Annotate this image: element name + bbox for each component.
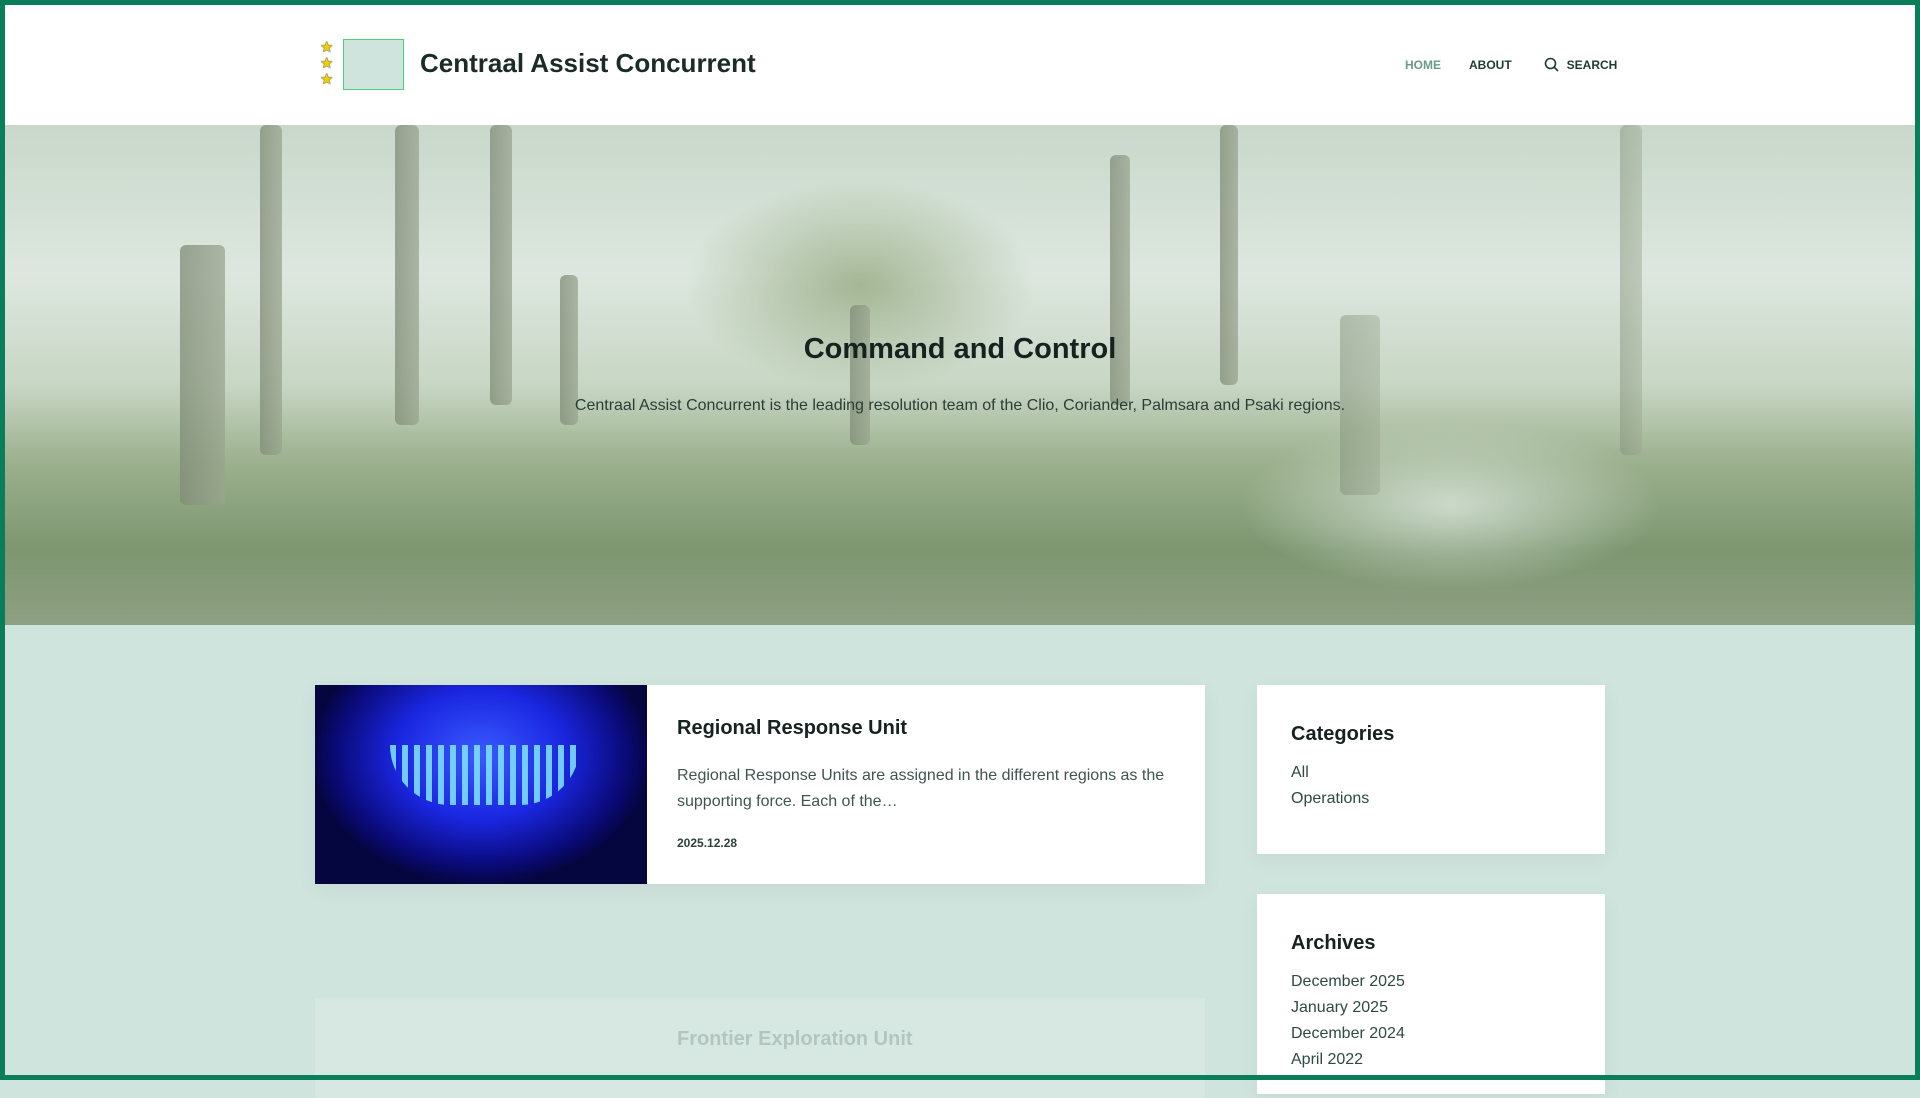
star-icon: ★: [320, 55, 334, 72]
post-card[interactable]: Regional Response Unit Regional Response…: [315, 685, 1205, 884]
search-button[interactable]: SEARCH: [1544, 57, 1618, 72]
site-header: ★ ★ ★ Centraal Assist Concurrent HOME ABOU…: [0, 0, 1920, 125]
categories-widget: Categories All Operations: [1257, 685, 1605, 854]
hero-title: Command and Control: [803, 333, 1117, 365]
star-icon: ★: [320, 71, 334, 88]
post-thumbnail[interactable]: [315, 685, 647, 884]
archive-link[interactable]: January 2025: [1291, 995, 1571, 1021]
post-title[interactable]: Regional Response Unit: [677, 717, 907, 740]
site-logo[interactable]: [343, 39, 404, 90]
archives-widget: Archives December 2025 January 2025 Dece…: [1257, 894, 1605, 1094]
nav-home[interactable]: HOME: [1405, 58, 1441, 72]
main-nav: HOME ABOUT SEARCH: [1405, 57, 1617, 72]
category-link[interactable]: Operations: [1291, 786, 1571, 812]
hero-banner: Command and Control Centraal Assist Conc…: [0, 125, 1920, 625]
widget-title: Categories: [1291, 723, 1395, 745]
star-icon: ★: [320, 39, 334, 56]
category-link[interactable]: All: [1291, 760, 1571, 786]
archive-link[interactable]: December 2025: [1291, 969, 1571, 995]
search-icon: [1544, 57, 1559, 72]
post-excerpt: Regional Response Units are assigned in …: [677, 767, 1165, 810]
widget-title: Archives: [1291, 932, 1376, 954]
archive-link[interactable]: April 2022: [1291, 1047, 1571, 1073]
post-date: 2025.12.28: [677, 836, 738, 850]
post-title[interactable]: Frontier Exploration Unit: [677, 1028, 913, 1051]
logo-stars-icon[interactable]: ★ ★ ★: [320, 40, 333, 87]
search-label: SEARCH: [1566, 57, 1618, 72]
post-card[interactable]: Frontier Exploration Unit: [315, 998, 1205, 1098]
archive-link[interactable]: December 2024: [1291, 1021, 1571, 1047]
site-title[interactable]: Centraal Assist Concurrent: [420, 48, 756, 79]
hero-subtitle: Centraal Assist Concurrent is the leadin…: [574, 397, 1346, 414]
nav-about[interactable]: ABOUT: [1469, 58, 1512, 72]
